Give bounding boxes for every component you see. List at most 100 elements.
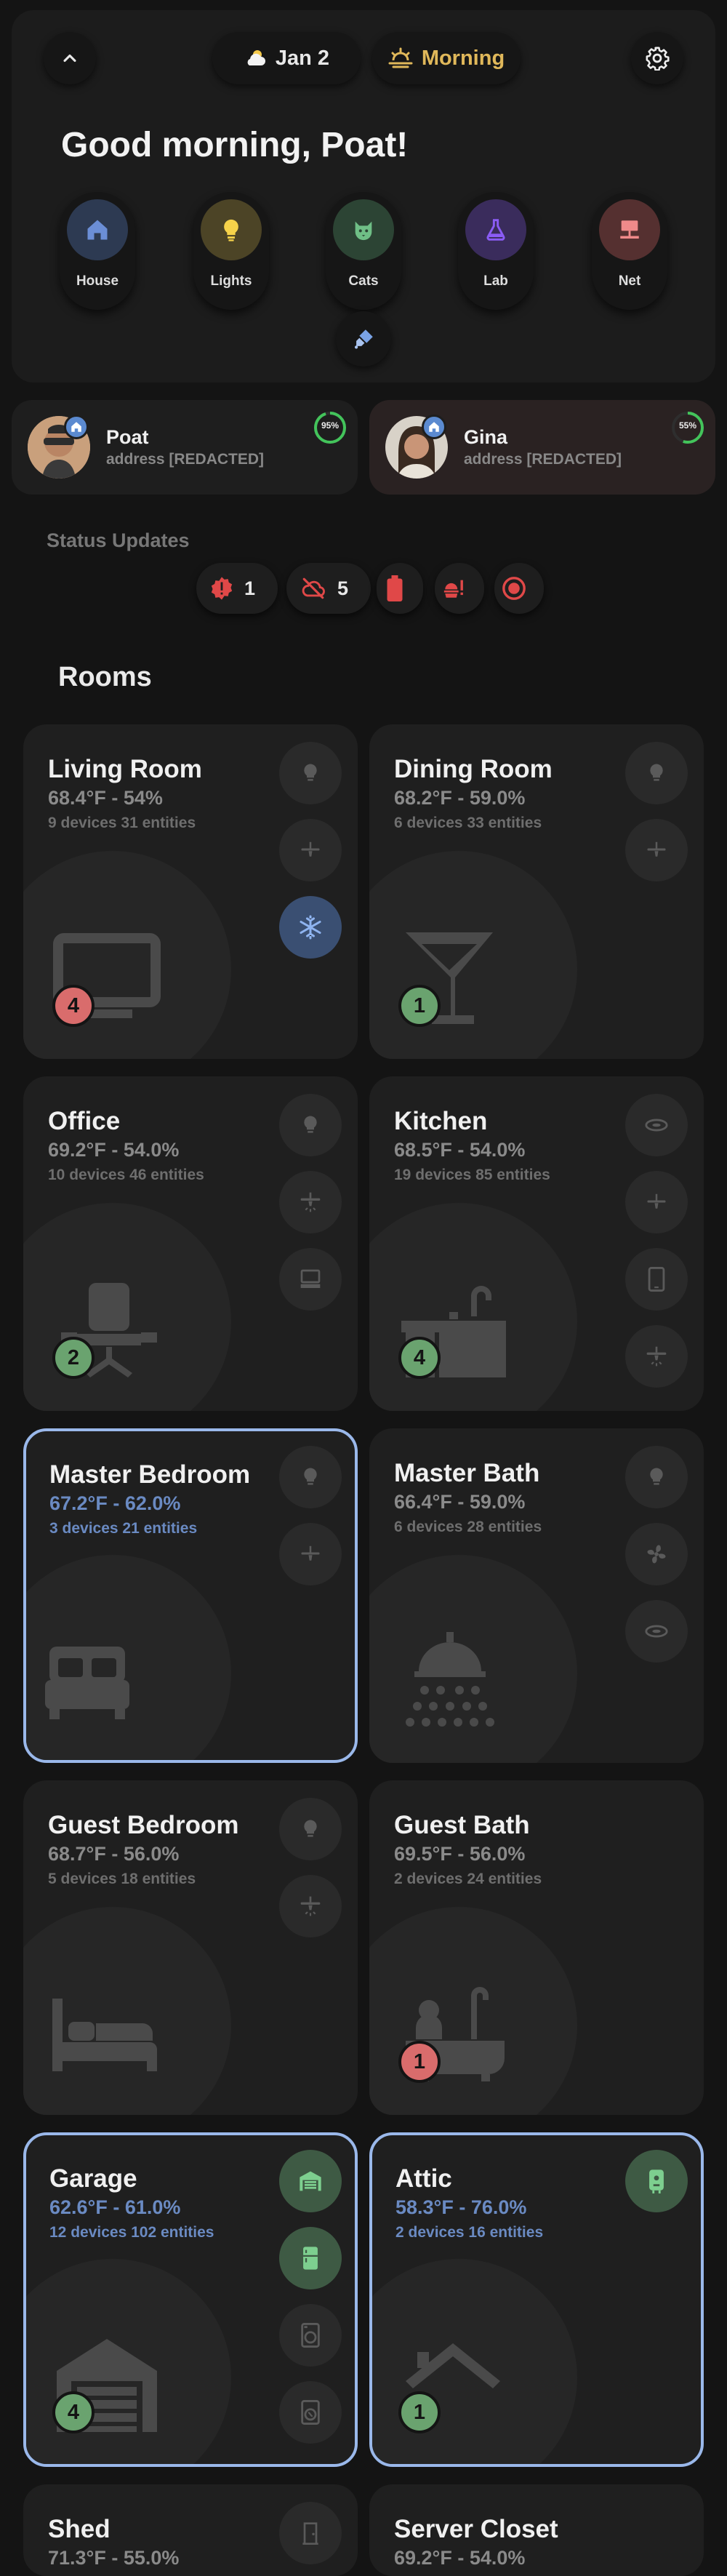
room-name: Attic <box>395 2164 452 2193</box>
ceiling-fan-icon <box>301 1545 320 1561</box>
room-garage-door-button[interactable] <box>279 2150 342 2212</box>
ceiling-fan-light-icon <box>300 1896 321 1916</box>
room-card-garage[interactable]: Garage 62.6°F - 61.0% 12 devices 102 ent… <box>23 2132 358 2467</box>
ceiling-light-icon <box>645 1119 668 1132</box>
room-fan-button[interactable] <box>625 819 688 881</box>
room-device-count: 3 devices 21 entities <box>49 1520 198 1537</box>
room-fan-button[interactable] <box>279 1523 342 1585</box>
area-button-net[interactable]: Net <box>592 192 667 310</box>
area-button-house[interactable]: House <box>60 192 135 310</box>
room-computer-button[interactable] <box>279 1248 342 1311</box>
greeting: Good morning, Poat! <box>61 126 409 164</box>
room-door-button[interactable] <box>279 2502 342 2564</box>
area-label: Lights <box>210 273 252 289</box>
room-card-kitchen[interactable]: Kitchen 68.5°F - 54.0% 19 devices 85 ent… <box>369 1076 704 1411</box>
collapse-button[interactable] <box>44 32 96 84</box>
room-exhaust-fan-button[interactable] <box>625 1523 688 1585</box>
person-address: address [REDACTED] <box>106 451 265 468</box>
battery-ring: 55% <box>670 410 705 445</box>
person-address: address [REDACTED] <box>464 451 622 468</box>
battery-value: 95% <box>321 420 340 431</box>
room-card-attic[interactable]: Attic 58.3°F - 76.0% 2 devices 16 entiti… <box>369 2132 704 2467</box>
rooms-title: Rooms <box>58 662 152 692</box>
room-light-button[interactable] <box>279 1446 342 1508</box>
battery-ring: 95% <box>313 410 348 445</box>
area-label: Net <box>618 273 641 289</box>
room-light-button[interactable] <box>625 1446 688 1508</box>
room-dryer-button[interactable] <box>279 2381 342 2444</box>
area-button-cats[interactable]: Cats <box>326 192 401 310</box>
room-fan-light-button[interactable] <box>625 1325 688 1388</box>
room-climate-button[interactable] <box>279 896 342 959</box>
room-light-button[interactable] <box>279 1094 342 1156</box>
status-chip-record[interactable] <box>494 563 544 614</box>
room-ceiling-light-button[interactable] <box>625 1600 688 1663</box>
bed-single-icon <box>52 1999 157 2071</box>
room-card-guest-bath[interactable]: Guest Bath 69.5°F - 56.0% 2 devices 24 e… <box>369 1780 704 2115</box>
status-chip-offline[interactable]: 5 <box>286 563 371 614</box>
room-climate: 68.2°F - 59.0% <box>394 787 526 809</box>
status-chip-alerts[interactable]: 1 <box>196 563 278 614</box>
status-chip-battery[interactable] <box>377 563 423 614</box>
ceiling-light-icon <box>645 1625 668 1638</box>
settings-button[interactable] <box>631 32 683 84</box>
room-card-server-closet[interactable]: Server Closet 69.2°F - 54.0% <box>369 2484 704 2576</box>
status-count: 1 <box>244 577 256 599</box>
fridge-icon <box>303 2247 318 2270</box>
bed-icon <box>45 1647 129 1719</box>
person-name: Gina <box>464 426 508 448</box>
room-device-count: 6 devices 28 entities <box>394 1519 542 1535</box>
shower-head-icon <box>406 1632 494 1727</box>
room-device-count: 12 devices 102 entities <box>49 2224 214 2241</box>
room-fridge-button[interactable] <box>279 2227 342 2289</box>
room-alert-count: 1 <box>398 985 441 1027</box>
sunrise-icon <box>388 47 413 68</box>
room-climate: 62.6°F - 61.0% <box>49 2196 181 2218</box>
room-fan-button[interactable] <box>279 1875 342 1937</box>
room-water-heater-button[interactable] <box>625 2150 688 2212</box>
desktop-computer-icon <box>300 1269 321 1288</box>
time-of-day-pill[interactable]: Morning <box>372 32 521 84</box>
washing-machine-icon <box>301 2323 320 2348</box>
area-button-lights[interactable]: Lights <box>193 192 269 310</box>
room-climate: 58.3°F - 76.0% <box>395 2196 527 2218</box>
house-icon <box>87 220 108 240</box>
status-chip-food[interactable] <box>435 563 484 614</box>
person-card-poat[interactable]: Poat address [REDACTED] 95% <box>12 400 358 495</box>
room-card-shed[interactable]: Shed 71.3°F - 55.0% <box>23 2484 358 2576</box>
room-card-dining-room[interactable]: Dining Room 68.2°F - 59.0% 6 devices 33 … <box>369 724 704 1059</box>
chevron-up-icon <box>63 54 76 63</box>
room-light-button[interactable] <box>279 1798 342 1860</box>
room-card-living-room[interactable]: Living Room 68.4°F - 54% 9 devices 31 en… <box>23 724 358 1059</box>
area-button-lab[interactable]: Lab <box>458 192 534 310</box>
room-climate: 71.3°F - 55.0% <box>48 2547 180 2569</box>
fan-icon <box>647 1545 666 1564</box>
room-card-guest-bedroom[interactable]: Guest Bedroom 68.7°F - 56.0% 5 devices 1… <box>23 1780 358 2115</box>
person-name: Poat <box>106 426 149 448</box>
person-card-gina[interactable]: Gina address [REDACTED] 55% <box>369 400 715 495</box>
status-count: 5 <box>337 577 349 599</box>
room-device-count: 10 devices 46 entities <box>48 1167 204 1183</box>
date-weather-pill[interactable]: Jan 2 <box>212 32 361 84</box>
room-fan-button[interactable] <box>279 1171 342 1233</box>
room-name: Guest Bath <box>394 1811 530 1839</box>
room-fan-button[interactable] <box>625 1171 688 1233</box>
lightbulb-icon <box>650 1468 663 1485</box>
lightbulb-icon <box>304 1116 317 1133</box>
room-device-count: 2 devices 16 entities <box>395 2224 544 2241</box>
room-card-master-bedroom[interactable]: Master Bedroom 67.2°F - 62.0% 3 devices … <box>23 1428 358 1763</box>
room-light-button[interactable] <box>625 742 688 804</box>
room-alert-count: 4 <box>398 1337 441 1379</box>
room-alert-count: 1 <box>398 2391 441 2433</box>
room-light-button[interactable] <box>279 742 342 804</box>
room-name: Server Closet <box>394 2515 558 2543</box>
room-washer-button[interactable] <box>279 2304 342 2367</box>
room-ceiling-light-button[interactable] <box>625 1094 688 1156</box>
room-climate: 66.4°F - 59.0% <box>394 1491 526 1513</box>
scene-button[interactable] <box>336 311 391 367</box>
room-tablet-button[interactable] <box>625 1248 688 1311</box>
room-card-master-bath[interactable]: Master Bath 66.4°F - 59.0% 6 devices 28 … <box>369 1428 704 1763</box>
record-icon <box>502 577 526 600</box>
room-card-office[interactable]: Office 69.2°F - 54.0% 10 devices 46 enti… <box>23 1076 358 1411</box>
room-fan-button[interactable] <box>279 819 342 881</box>
